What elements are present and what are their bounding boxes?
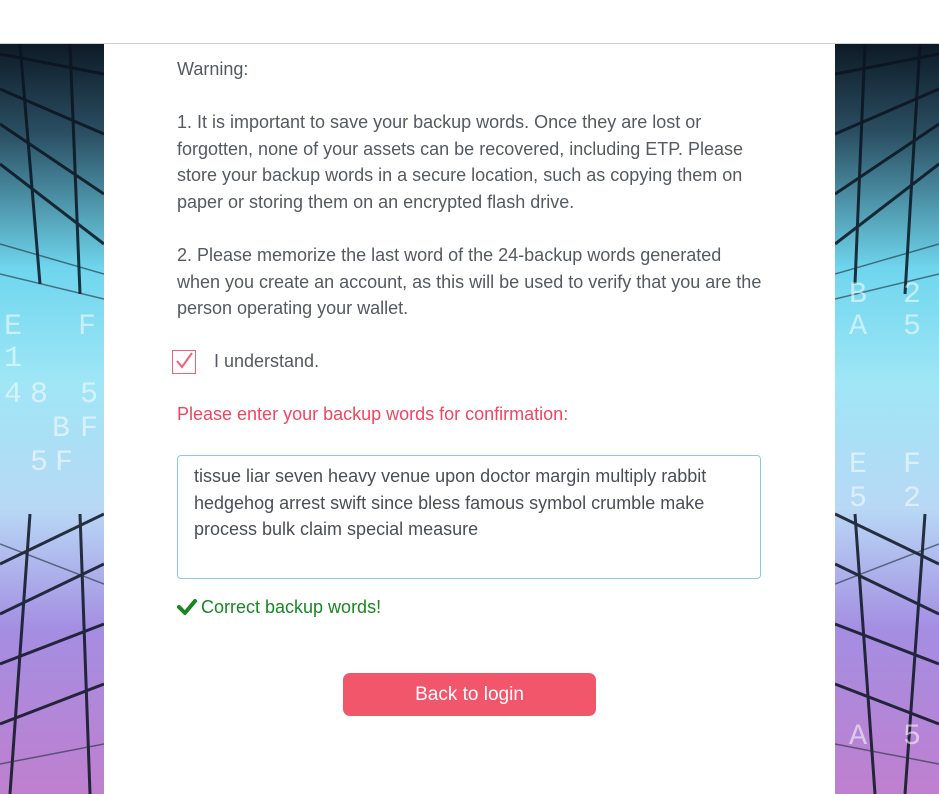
svg-text:5: 5 xyxy=(30,446,48,480)
understand-label[interactable]: I understand. xyxy=(214,348,319,374)
understand-checkbox[interactable] xyxy=(172,350,196,374)
svg-text:5: 5 xyxy=(903,310,921,344)
svg-text:8: 8 xyxy=(30,378,48,412)
svg-text:4: 4 xyxy=(4,378,22,412)
validation-text: Correct backup words! xyxy=(201,597,382,617)
svg-text:B: B xyxy=(52,412,70,446)
background-glyphs-right: B 2 A 5 E F 5 2 A 5 xyxy=(849,278,921,754)
backup-words-card: Warning: 1. It is important to save your… xyxy=(104,44,835,794)
backup-words-prompt: Please enter your backup words for confi… xyxy=(177,404,569,424)
warning-point-1: 1. It is important to save your backup w… xyxy=(177,112,744,212)
warning-point-2: 2. Please memorize the last word of the … xyxy=(177,245,762,319)
svg-text:F: F xyxy=(78,310,96,344)
svg-text:B: B xyxy=(849,278,867,312)
validation-message: Correct backup words! xyxy=(177,594,381,620)
top-bar xyxy=(0,0,939,44)
svg-text:A: A xyxy=(849,720,867,754)
checkmark-icon xyxy=(176,352,193,369)
svg-text:1: 1 xyxy=(4,342,22,376)
back-to-login-button[interactable]: Back to login xyxy=(343,673,596,716)
svg-text:F: F xyxy=(903,448,921,482)
warning-title: Warning: xyxy=(177,59,249,79)
backup-words-input[interactable]: tissue liar seven heavy venue upon docto… xyxy=(177,455,761,579)
svg-text:F: F xyxy=(55,446,73,480)
background-image-left: E F 1 4 8 5 B F 5 F xyxy=(0,44,104,794)
svg-text:F: F xyxy=(80,412,98,446)
svg-text:E: E xyxy=(4,310,22,344)
svg-text:2: 2 xyxy=(903,482,921,516)
svg-text:5: 5 xyxy=(849,482,867,516)
svg-text:A: A xyxy=(849,310,867,344)
svg-text:2: 2 xyxy=(903,278,921,312)
background-glyphs-left: E F 1 4 8 5 B F 5 F xyxy=(4,310,98,480)
svg-text:5: 5 xyxy=(80,378,98,412)
check-icon xyxy=(177,599,197,615)
svg-text:5: 5 xyxy=(903,720,921,754)
svg-text:E: E xyxy=(849,448,867,482)
background-image-right: B 2 A 5 E F 5 2 A 5 xyxy=(835,44,939,794)
